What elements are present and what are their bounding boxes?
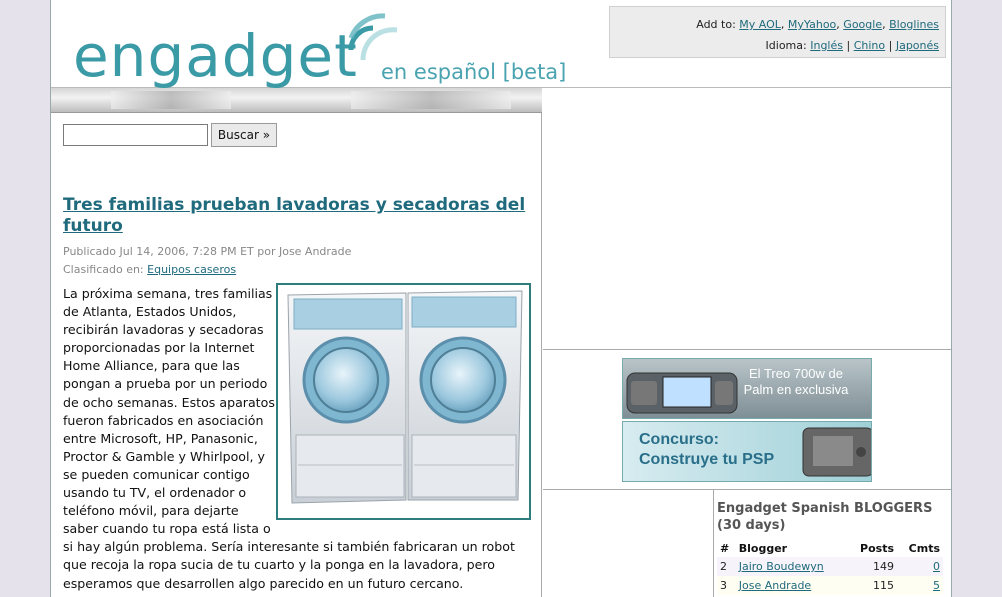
bloggers-header-row: # Blogger Posts Cmts <box>717 540 943 557</box>
addto-myyahoo-link[interactable]: MyYahoo <box>788 18 836 31</box>
addto-label: Add to: <box>696 18 736 31</box>
category-label: Clasificado en: <box>63 263 144 276</box>
lang-chino-link[interactable]: Chino <box>854 39 885 52</box>
col-rank: # <box>720 542 730 555</box>
table-row: 2 Jairo Boudewyn 149 0 <box>717 557 943 576</box>
ad-placeholder-area <box>543 88 951 350</box>
addto-myaol-link[interactable]: My AOL <box>739 18 781 31</box>
search-input[interactable] <box>63 124 208 146</box>
bloggers-panel: Engadget Spanish BLOGGERS (30 days) # Bl… <box>717 500 947 595</box>
washer-dryer-illustration <box>287 290 523 504</box>
article-category-row: Clasificado en: Equipos caseros <box>63 263 236 276</box>
phone-icon <box>626 372 738 414</box>
lang-ingles-link[interactable]: Inglés <box>810 39 843 52</box>
col-cmts: Cmts <box>908 542 940 555</box>
psp-device-icon <box>802 427 871 477</box>
site-logo[interactable]: engadget <box>73 26 358 86</box>
blogger-cmts-link[interactable]: 5 <box>933 579 940 592</box>
blogger-name-link[interactable]: Jose Andrade <box>739 579 811 592</box>
psp-promo-line2: Construye tu PSP <box>639 451 775 468</box>
psp-promo-line1: Concurso: <box>639 431 719 448</box>
blogger-rank: 3 <box>717 576 736 595</box>
article-published: Publicado Jul 14, 2006, 7:28 PM ET por J… <box>63 245 352 258</box>
blogger-cmts-link[interactable]: 0 <box>933 560 940 573</box>
language-row: Idioma: Inglés | Chino | Japonés <box>765 39 939 52</box>
psp-contest-banner[interactable]: Concurso: Construye tu PSP <box>622 421 872 482</box>
page: engadget en español [beta] Add to: My AO… <box>50 0 952 597</box>
addto-box: Add to: My AOL, MyYahoo, Google, Bloglin… <box>609 6 946 58</box>
lang-japones-link[interactable]: Japonés <box>896 39 939 52</box>
blogger-posts: 115 <box>847 576 898 595</box>
header-deco-strip <box>51 88 542 113</box>
treo-promo-banner[interactable]: El Treo 700w de Palm en exclusiva <box>622 358 872 419</box>
addto-row: Add to: My AOL, MyYahoo, Google, Bloglin… <box>696 18 939 31</box>
psp-promo-text: Concurso: Construye tu PSP <box>639 430 774 470</box>
bloggers-table: # Blogger Posts Cmts 2 Jairo Boudewyn 14… <box>717 540 943 595</box>
site-edition-label: en español [beta] <box>381 60 567 84</box>
article-title-link[interactable]: Tres familias prueban lavadoras y secado… <box>63 195 533 237</box>
col-blogger: Blogger <box>738 542 788 555</box>
blogger-posts: 149 <box>847 557 898 576</box>
main-column: Buscar » Tres familias prueban lavadoras… <box>51 88 542 597</box>
treo-promo-text: El Treo 700w de Palm en exclusiva <box>743 366 849 397</box>
site-header: engadget en español [beta] Add to: My AO… <box>51 0 951 88</box>
col-posts: Posts <box>860 542 895 555</box>
blogger-rank: 2 <box>717 557 736 576</box>
addto-bloglines-link[interactable]: Bloglines <box>889 18 939 31</box>
category-link[interactable]: Equipos caseros <box>147 263 236 276</box>
language-label: Idioma: <box>765 39 807 52</box>
search-button[interactable]: Buscar » <box>211 123 277 147</box>
washer-dryer-image[interactable] <box>276 283 531 520</box>
blogger-name-link[interactable]: Jairo Boudewyn <box>739 560 824 573</box>
table-row: 3 Jose Andrade 115 5 <box>717 576 943 595</box>
addto-google-link[interactable]: Google <box>843 18 882 31</box>
bloggers-title: Engadget Spanish BLOGGERS (30 days) <box>717 501 933 533</box>
